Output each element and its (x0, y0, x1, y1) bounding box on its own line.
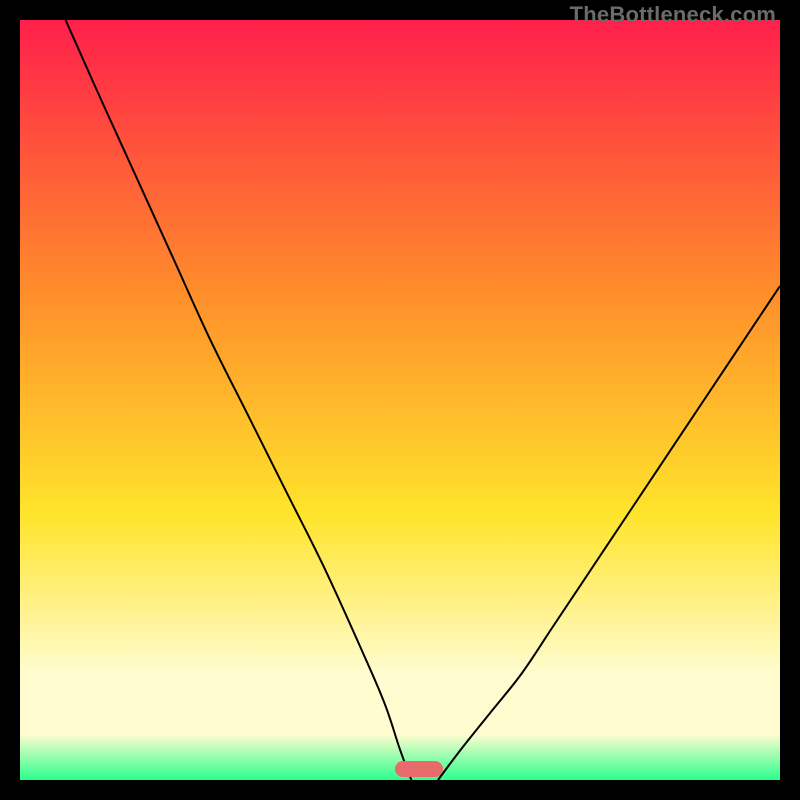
bottleneck-chart (20, 20, 780, 780)
gradient-background (20, 20, 780, 780)
chart-frame (20, 20, 780, 780)
optimum-marker (395, 761, 443, 777)
watermark-text: TheBottleneck.com (570, 2, 776, 28)
